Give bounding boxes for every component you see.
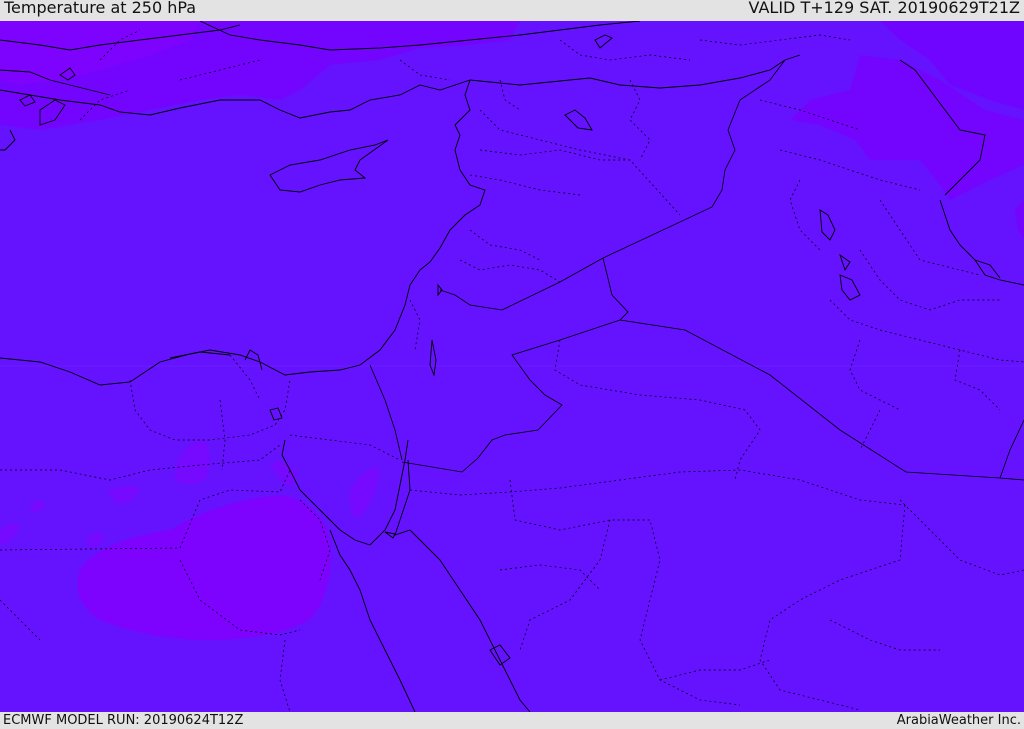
- valid-time: VALID T+129 SAT. 20190629T21Z: [748, 0, 1020, 17]
- map-canvas[interactable]: [0, 21, 1024, 712]
- map-title: Temperature at 250 hPa: [4, 0, 197, 17]
- credit: ArabiaWeather Inc.: [896, 713, 1021, 728]
- model-run: ECMWF MODEL RUN: 20190624T12Z: [3, 713, 244, 728]
- map-footer: ECMWF MODEL RUN: 20190624T12Z ArabiaWeat…: [0, 712, 1024, 729]
- map-header: Temperature at 250 hPa VALID T+129 SAT. …: [0, 0, 1024, 21]
